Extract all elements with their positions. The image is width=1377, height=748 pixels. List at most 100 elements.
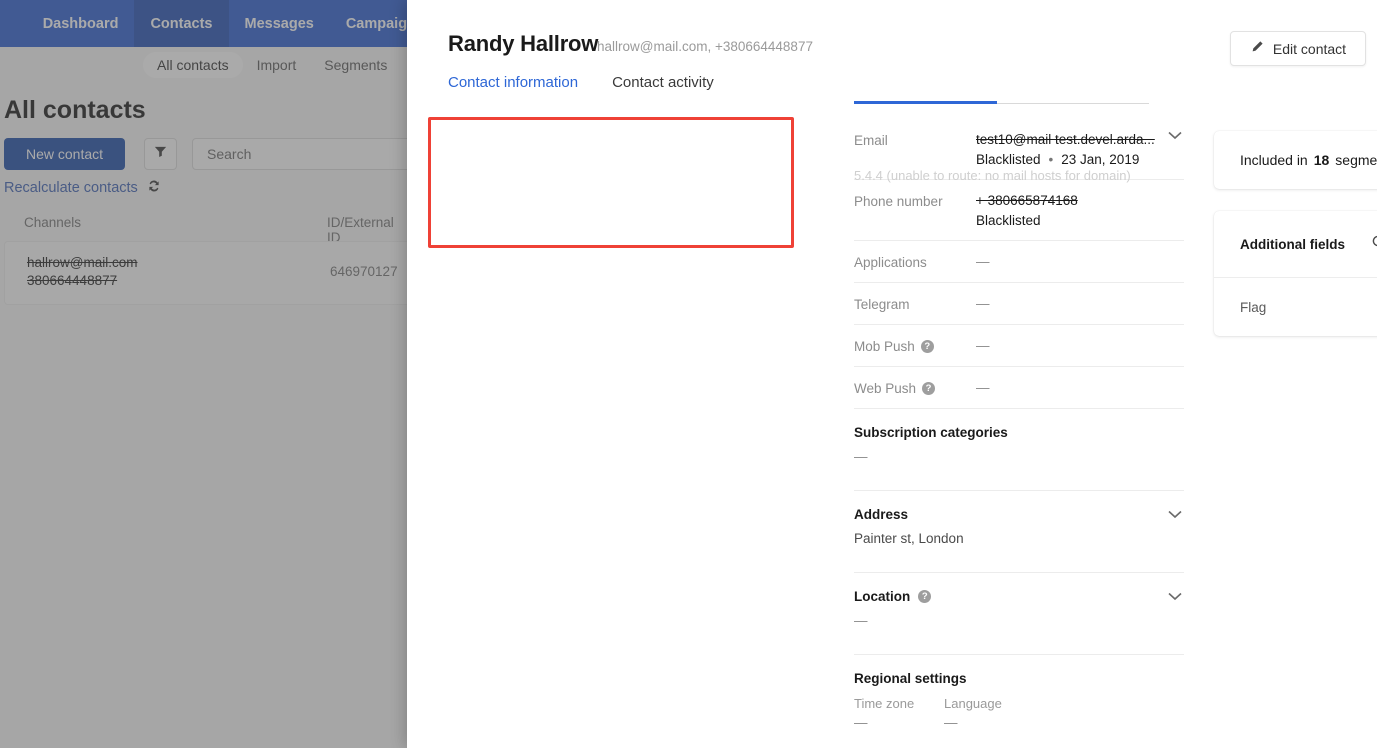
segments-card[interactable]: Included in 18 segments: [1214, 131, 1377, 189]
panel-tabs: Contact information Contact activity: [448, 74, 748, 102]
table-cell-channels: hallrow@mail.com 380664448877: [27, 254, 137, 290]
additional-fields-card: Additional fields Field search Hide empt…: [1214, 211, 1377, 336]
channel-row-phone[interactable]: Phone number + 380665874168 Blacklisted: [854, 180, 1184, 241]
contact-info-column: Email test10@mail test.devel.arda... Bla…: [854, 119, 1184, 748]
channel-row-telegram[interactable]: Telegram —: [854, 283, 1184, 325]
contact-name: Randy Hallrow: [448, 31, 599, 56]
tab-contact-activity[interactable]: Contact activity: [612, 74, 724, 102]
segments-prefix: Included in: [1240, 152, 1308, 168]
mob-push-label-text: Mob Push: [854, 339, 915, 354]
contact-subtitle: hallrow@mail.com, +380664448877: [597, 39, 813, 54]
top-navigation-bar: Dashboard Contacts Messages Campaigns: [0, 0, 407, 47]
language-label: Language: [944, 696, 1002, 711]
tab-active-indicator: [854, 101, 997, 104]
channel-value-mob-push: —: [976, 338, 990, 353]
table-cell-id: 646970127: [330, 264, 398, 279]
language-value: —: [944, 715, 958, 730]
row-email: hallrow@mail.com: [27, 255, 138, 270]
help-icon[interactable]: ?: [918, 590, 932, 603]
email-status-line: Blacklisted • 23 Jan, 2019: [976, 152, 1184, 167]
sub-navigation-bar: All contacts Import Segments An: [0, 47, 407, 83]
search-icon: [1371, 234, 1377, 255]
channel-label-web-push: Web Push ?: [854, 380, 976, 396]
status-separator: •: [1048, 152, 1054, 167]
help-icon[interactable]: ?: [922, 382, 936, 395]
phone-number: + 380665874168: [976, 193, 1078, 208]
channel-row-web-push[interactable]: Web Push ? —: [854, 367, 1184, 409]
chevron-down-icon[interactable]: [1168, 506, 1182, 524]
section-subscription-categories: Subscription categories —: [854, 409, 1184, 491]
section-location: Location ? —: [854, 573, 1184, 655]
edit-contact-label: Edit contact: [1272, 40, 1347, 57]
subnav-item-all-contacts[interactable]: All contacts: [143, 52, 243, 78]
pencil-icon: [1250, 40, 1264, 57]
subnav-item-segments[interactable]: Segments: [310, 52, 401, 78]
segments-count: 18: [1313, 152, 1330, 168]
timezone-value: —: [854, 715, 868, 730]
email-address: test10@mail test.devel.arda...: [976, 132, 1155, 147]
search-input[interactable]: Search: [192, 138, 407, 170]
topnav-item-campaigns[interactable]: Campaigns: [330, 0, 407, 47]
subscription-categories-title: Subscription categories: [854, 425, 1008, 440]
new-contact-button[interactable]: New contact: [4, 138, 125, 170]
phone-status-line: Blacklisted: [976, 213, 1184, 228]
table-row[interactable]: hallrow@mail.com 380664448877 646970127: [4, 241, 407, 305]
chevron-down-icon[interactable]: [1168, 131, 1182, 140]
channel-value-applications: —: [976, 254, 990, 269]
timezone-label: Time zone: [854, 696, 915, 711]
tab-contact-information[interactable]: Contact information: [448, 74, 588, 102]
field-search-wrap[interactable]: Field search: [1371, 234, 1377, 255]
section-regional-settings: Regional settings Time zone — Language —: [854, 655, 1184, 748]
channel-row-applications[interactable]: Applications —: [854, 241, 1184, 283]
language-field: Language —: [944, 696, 1010, 730]
flag-label: Flag: [1240, 299, 1267, 315]
channel-label-applications: Applications: [854, 255, 927, 270]
filter-button[interactable]: [144, 138, 177, 170]
filter-funnel-icon: [153, 144, 168, 164]
screen-root: Dashboard Contacts Messages Campaigns Al…: [0, 0, 1377, 748]
additional-field-row-flag[interactable]: Flag: [1214, 278, 1377, 336]
channel-value-web-push: —: [976, 380, 990, 395]
background-app: Dashboard Contacts Messages Campaigns Al…: [0, 0, 407, 748]
chevron-down-icon[interactable]: [1168, 588, 1182, 606]
location-title-text: Location: [854, 589, 911, 604]
help-icon[interactable]: ?: [920, 340, 934, 353]
row-phone: 380664448877: [27, 273, 118, 288]
subscription-categories-value: —: [854, 449, 868, 464]
address-value: Painter st, London: [854, 531, 964, 546]
location-value: —: [854, 613, 868, 628]
recalculate-label: Recalculate contacts: [4, 180, 138, 196]
channel-row-mob-push[interactable]: Mob Push ? —: [854, 325, 1184, 367]
timezone-field: Time zone —: [854, 696, 920, 730]
regional-settings-title: Regional settings: [854, 671, 967, 686]
table-column-channels: Channels: [24, 215, 82, 230]
channel-label-telegram: Telegram: [854, 297, 910, 312]
email-status-badge: Blacklisted: [976, 152, 1041, 167]
email-status-date: 23 Jan, 2019: [1061, 152, 1140, 167]
contact-detail-panel: Randy Hallrow hallrow@mail.com, +3806644…: [407, 0, 1377, 748]
channel-value-telegram: —: [976, 296, 990, 311]
address-title: Address: [854, 507, 909, 522]
subnav-item-import[interactable]: Import: [243, 52, 311, 78]
channel-label-phone: Phone number: [854, 194, 943, 209]
channel-value-phone: + 380665874168 Blacklisted: [976, 193, 1184, 228]
refresh-icon: [147, 179, 161, 197]
topnav-item-messages[interactable]: Messages: [229, 0, 330, 47]
regional-settings-grid: Time zone — Language —: [854, 696, 1184, 730]
location-title: Location ?: [854, 589, 1184, 604]
channel-label-mob-push: Mob Push ?: [854, 338, 976, 354]
additional-fields-title: Additional fields: [1240, 236, 1346, 252]
recalculate-contacts-link[interactable]: Recalculate contacts: [4, 179, 161, 197]
additional-fields-header: Additional fields Field search Hide empt…: [1214, 211, 1377, 277]
web-push-label-text: Web Push: [854, 381, 917, 396]
section-address: Address Painter st, London: [854, 491, 1184, 573]
topnav-item-dashboard[interactable]: Dashboard: [27, 0, 135, 47]
channel-value-email: test10@mail test.devel.arda... Blacklist…: [976, 132, 1184, 167]
page-title: All contacts: [4, 96, 146, 124]
segments-suffix: segments: [1335, 152, 1377, 168]
contact-side-column: Included in 18 segments Additional field…: [1214, 131, 1377, 358]
channel-row-email[interactable]: Email test10@mail test.devel.arda... Bla…: [854, 119, 1184, 180]
edit-contact-button[interactable]: Edit contact: [1230, 31, 1366, 66]
segments-card-row[interactable]: Included in 18 segments: [1214, 131, 1377, 189]
topnav-item-contacts[interactable]: Contacts: [134, 0, 229, 47]
